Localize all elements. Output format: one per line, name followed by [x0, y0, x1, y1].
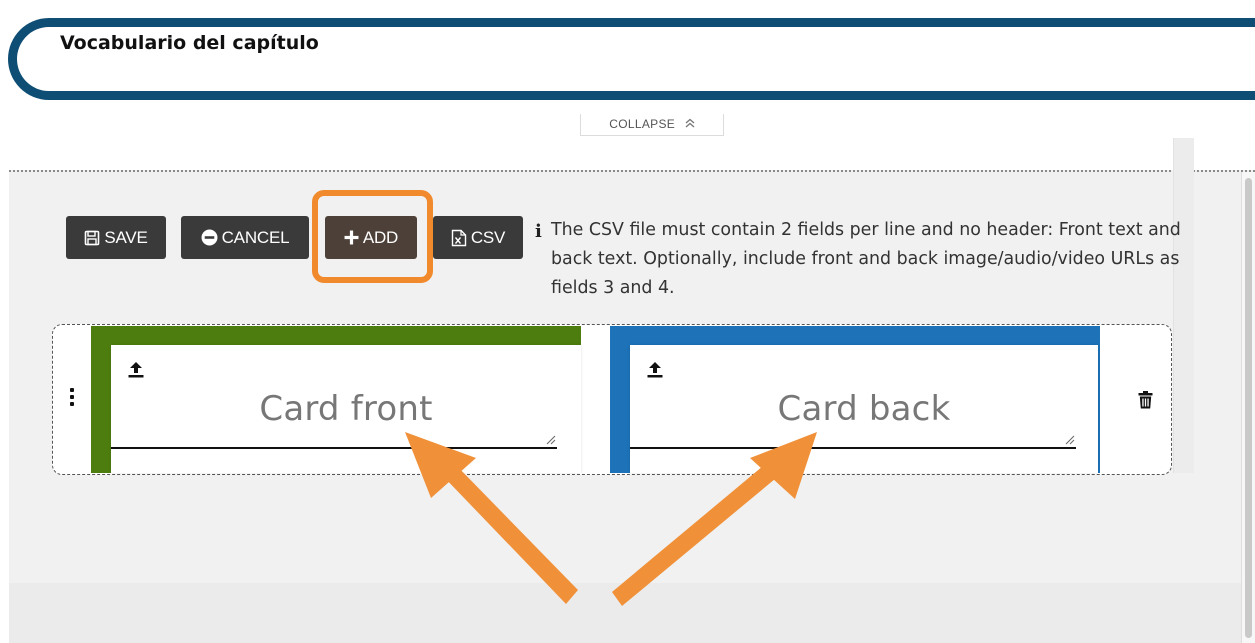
page-title: Vocabulario del capítulo: [60, 32, 319, 54]
csv-file-icon: [451, 229, 467, 246]
add-button[interactable]: ADD: [325, 216, 417, 259]
save-label: SAVE: [104, 228, 148, 247]
upload-icon[interactable]: [127, 361, 145, 379]
save-button[interactable]: SAVE: [66, 216, 166, 259]
scrollbar-thumb[interactable]: [1245, 178, 1252, 638]
collapse-label: COLLAPSE: [609, 117, 676, 131]
card-back-underline: [630, 447, 1076, 449]
minus-circle-icon: [201, 229, 218, 246]
collapse-button[interactable]: COLLAPSE: [580, 114, 724, 136]
card-front-underline: [111, 447, 557, 449]
upload-icon[interactable]: [646, 361, 664, 379]
csv-help-text: The CSV file must contain 2 fields per l…: [551, 220, 1181, 298]
card-back-placeholder: Card back: [777, 389, 951, 429]
floppy-disk-icon: [85, 230, 100, 245]
vertical-scrollbar[interactable]: [1241, 172, 1255, 643]
plus-icon: [344, 230, 359, 245]
csv-import-button[interactable]: CSV: [433, 216, 523, 259]
editor-footer-shade: [9, 583, 1255, 643]
resize-grip-icon[interactable]: [545, 434, 556, 445]
cancel-label: CANCEL: [221, 228, 290, 247]
info-icon: i: [535, 221, 542, 242]
cancel-button[interactable]: CANCEL: [181, 216, 309, 259]
vertical-dots-icon[interactable]: [70, 388, 74, 406]
card-front-placeholder: Card front: [259, 389, 433, 429]
card-back-panel: Card back: [610, 326, 1100, 473]
card-front-field[interactable]: Card front: [111, 345, 581, 473]
resize-grip-icon[interactable]: [1064, 434, 1075, 445]
side-gutter: [1173, 138, 1194, 473]
double-chevron-up-icon: [685, 118, 695, 131]
trash-icon[interactable]: [1138, 391, 1153, 409]
csv-label: CSV: [470, 228, 506, 247]
title-bar: [8, 18, 1255, 100]
page: Vocabulario del capítulo COLLAPSE SAVE C…: [0, 0, 1255, 643]
card-front-panel: Card front: [91, 326, 581, 473]
add-label: ADD: [362, 228, 399, 247]
card-back-field[interactable]: Card back: [630, 345, 1098, 473]
